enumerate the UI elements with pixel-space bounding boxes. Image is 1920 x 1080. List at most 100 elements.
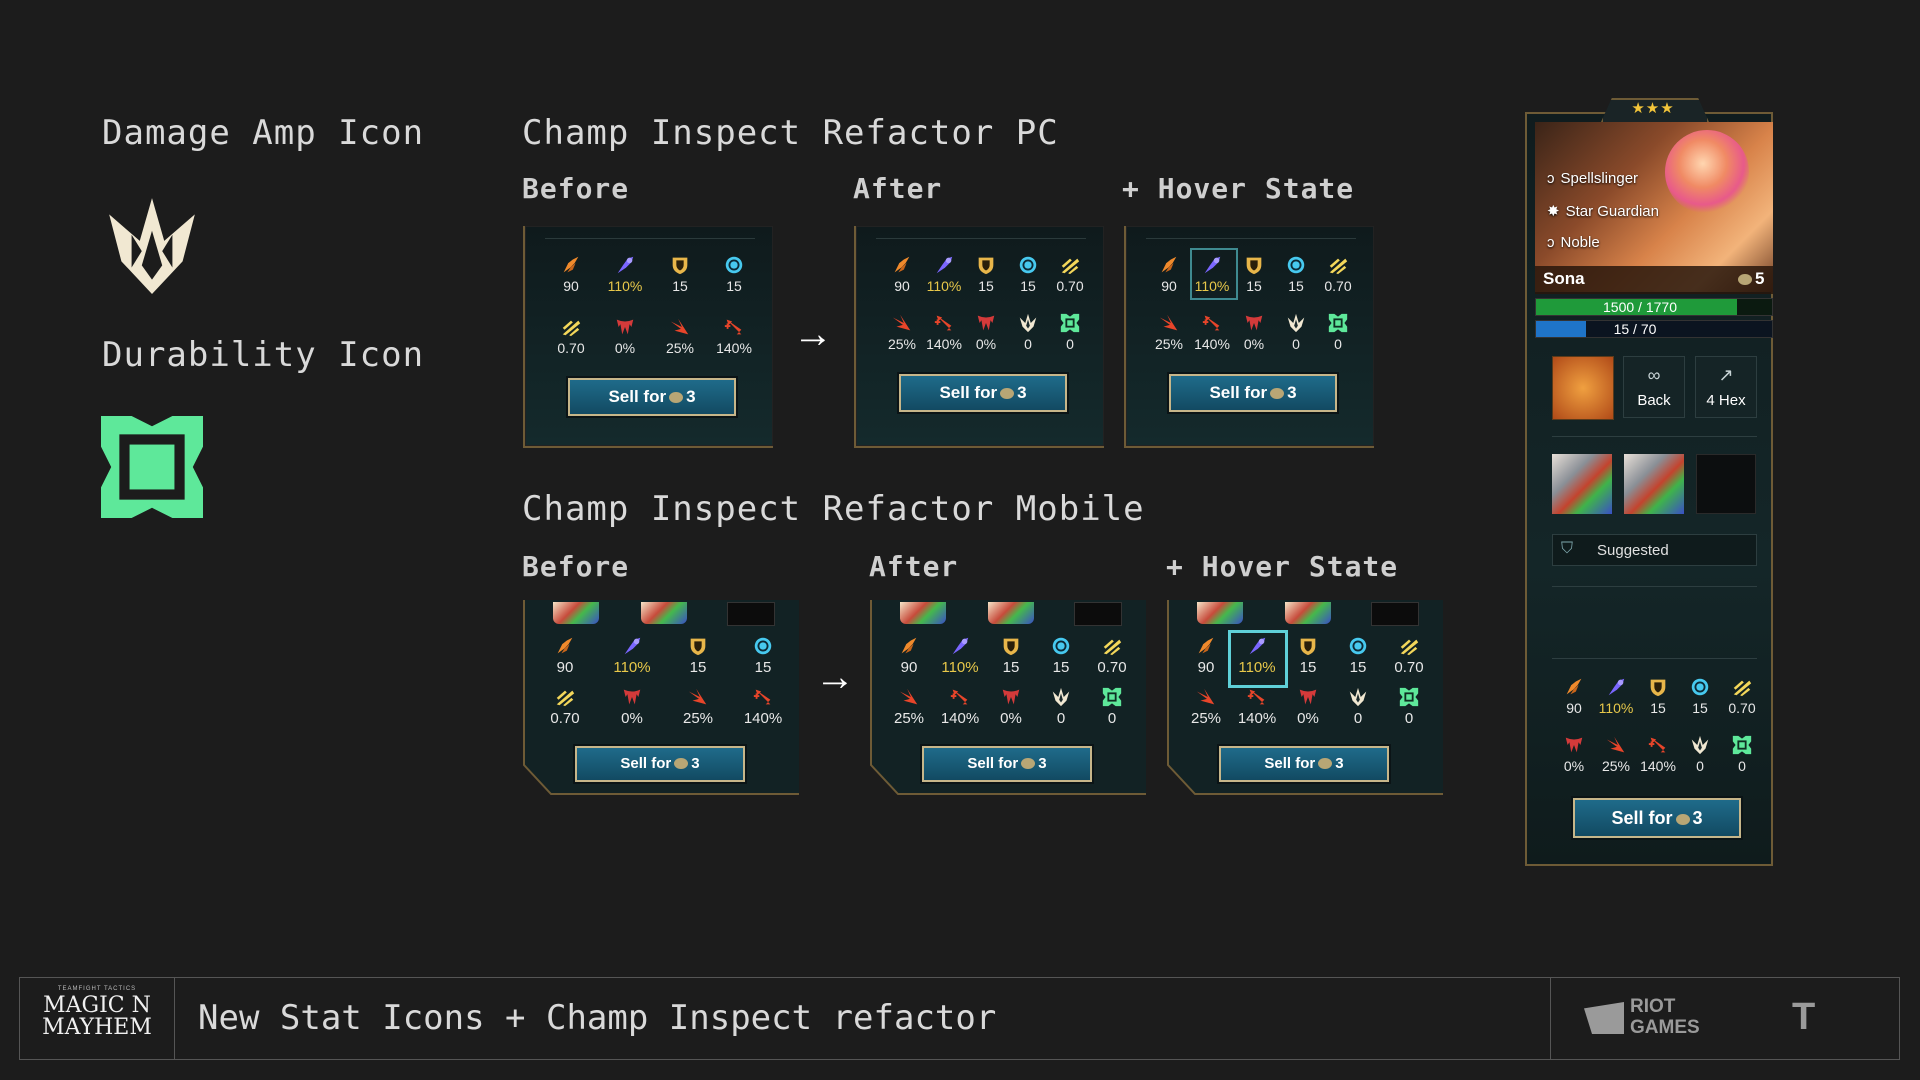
sell-button[interactable]: Sell for 3: [1573, 798, 1741, 838]
sell-button[interactable]: Sell for 3: [568, 378, 736, 416]
item-icon[interactable]: [1285, 602, 1331, 624]
stat-crit-chance[interactable]: 25%: [1181, 686, 1231, 727]
item-icon[interactable]: [641, 602, 687, 624]
empty-item-slot[interactable]: [1696, 454, 1756, 514]
mr-icon: [752, 635, 774, 657]
stat-durability[interactable]: 0: [1045, 312, 1095, 352]
bench-icon: ∞: [1647, 365, 1661, 385]
stat-ad[interactable]: 90: [1181, 635, 1231, 676]
stat-as[interactable]: 0.70: [1384, 635, 1434, 676]
empty-item-slot[interactable]: [727, 602, 775, 626]
ap-icon: [1201, 254, 1223, 276]
sell-button[interactable]: Sell for 3: [1219, 746, 1389, 782]
stat-crit-chance[interactable]: 25%: [655, 316, 705, 356]
stat-mr[interactable]: 15: [1036, 635, 1086, 676]
hex-move-icon: ↗: [1718, 365, 1734, 385]
armor-icon: [1243, 254, 1265, 276]
champion-name: Sona: [1543, 269, 1585, 288]
stat-crit-damage[interactable]: 140%: [738, 686, 788, 727]
stat-as[interactable]: 0.70: [546, 316, 596, 356]
hex-button[interactable]: ↗ 4 Hex: [1695, 356, 1757, 418]
gold-icon: [1318, 758, 1333, 769]
trait-spellslinger[interactable]: ↄ Spellslinger: [1547, 170, 1638, 187]
stat-durability[interactable]: 0: [1087, 686, 1137, 727]
stat-ap[interactable]: 110%: [600, 254, 650, 294]
stat-crit-damage[interactable]: 140%: [1232, 686, 1282, 727]
ad-icon: [898, 635, 920, 657]
ad-icon: [554, 635, 576, 657]
item-icon[interactable]: [1552, 454, 1612, 514]
empty-item-slot[interactable]: [1074, 602, 1122, 626]
item-icon[interactable]: [1624, 454, 1684, 514]
sell-button[interactable]: Sell for 3: [575, 746, 745, 782]
stat-crit-chance[interactable]: 25%: [673, 686, 723, 727]
stat-crit-damage[interactable]: 140%: [709, 316, 759, 356]
crit-chance-icon: [669, 316, 691, 338]
tibbers-ability-icon[interactable]: [1552, 356, 1614, 420]
crit-chance-icon: [891, 312, 913, 334]
omnivamp-icon: [975, 312, 997, 334]
stat-armor[interactable]: 15: [1283, 635, 1333, 676]
stat-as[interactable]: 0.70: [1717, 676, 1767, 716]
stat-as[interactable]: 0.70: [1087, 635, 1137, 676]
crit-chance-icon: [687, 686, 709, 708]
stat-crit-chance[interactable]: 25%: [884, 686, 934, 727]
spellslinger-icon: ↄ: [1547, 170, 1555, 187]
damage-amp-icon: [1050, 686, 1072, 708]
stat-ad[interactable]: 90: [884, 635, 934, 676]
attack-speed-icon: [1731, 676, 1753, 698]
stat-omnivamp[interactable]: 0%: [600, 316, 650, 356]
stat-crit-damage[interactable]: 140%: [935, 686, 985, 727]
ad-icon: [1563, 676, 1585, 698]
crit-chance-icon: [1158, 312, 1180, 334]
empty-item-slot[interactable]: [1371, 602, 1419, 626]
stat-armor[interactable]: 15: [673, 635, 723, 676]
stat-as[interactable]: 0.70: [1313, 254, 1363, 294]
item-icon[interactable]: [988, 602, 1034, 624]
stat-ap[interactable]: 110%: [935, 635, 985, 676]
stat-omnivamp[interactable]: 0%: [986, 686, 1036, 727]
sell-button[interactable]: Sell for 3: [1169, 374, 1337, 412]
item-icon[interactable]: [553, 602, 599, 624]
stat-ad[interactable]: 90: [540, 635, 590, 676]
stat-durability[interactable]: 0: [1717, 734, 1767, 774]
stat-damage-amp[interactable]: 0: [1036, 686, 1086, 727]
stat-ap[interactable]: 110%: [1232, 635, 1282, 676]
pc-after-panel: 90 110% 15 15 0.70 25% 140% 0% 0 0 Sell …: [854, 226, 1104, 448]
stat-armor[interactable]: 15: [655, 254, 705, 294]
stat-durability[interactable]: 0: [1313, 312, 1363, 352]
stat-durability[interactable]: 0: [1384, 686, 1434, 727]
stat-ap[interactable]: 110%: [607, 635, 657, 676]
stat-omnivamp[interactable]: 0%: [607, 686, 657, 727]
item-icon[interactable]: [900, 602, 946, 624]
pc-after-label: After: [853, 172, 943, 205]
stat-as[interactable]: 0.70: [540, 686, 590, 727]
attack-speed-icon: [1059, 254, 1081, 276]
damage-amp-icon: [1017, 312, 1039, 334]
stat-mr[interactable]: 15: [738, 635, 788, 676]
arrow-icon: →: [793, 312, 833, 356]
stat-omnivamp[interactable]: 0%: [1283, 686, 1333, 727]
damage-amp-icon: [109, 198, 195, 294]
armor-icon: [1000, 635, 1022, 657]
stat-damage-amp[interactable]: 0: [1333, 686, 1383, 727]
item-icon[interactable]: [1197, 602, 1243, 624]
crit-damage-icon: [723, 316, 745, 338]
stat-mr[interactable]: 15: [1333, 635, 1383, 676]
stat-armor[interactable]: 15: [986, 635, 1036, 676]
divider: [1552, 658, 1757, 659]
durability-icon: [1731, 734, 1753, 756]
sell-button[interactable]: Sell for 3: [899, 374, 1067, 412]
back-button[interactable]: ∞ Back: [1623, 356, 1685, 418]
mr-icon: [723, 254, 745, 276]
crit-chance-icon: [1605, 734, 1627, 756]
suggested-button[interactable]: ⛉ Suggested: [1552, 534, 1757, 566]
stat-as[interactable]: 0.70: [1045, 254, 1095, 294]
stat-mr[interactable]: 15: [709, 254, 759, 294]
damage-amp-icon: [1285, 312, 1307, 334]
stat-ad[interactable]: 90: [546, 254, 596, 294]
sell-button[interactable]: Sell for 3: [922, 746, 1092, 782]
trait-star-guardian[interactable]: ✸ Star Guardian: [1547, 202, 1659, 220]
footer-title: New Stat Icons + Champ Inspect refactor: [198, 998, 997, 1038]
trait-noble[interactable]: ↄ Noble: [1547, 234, 1600, 251]
